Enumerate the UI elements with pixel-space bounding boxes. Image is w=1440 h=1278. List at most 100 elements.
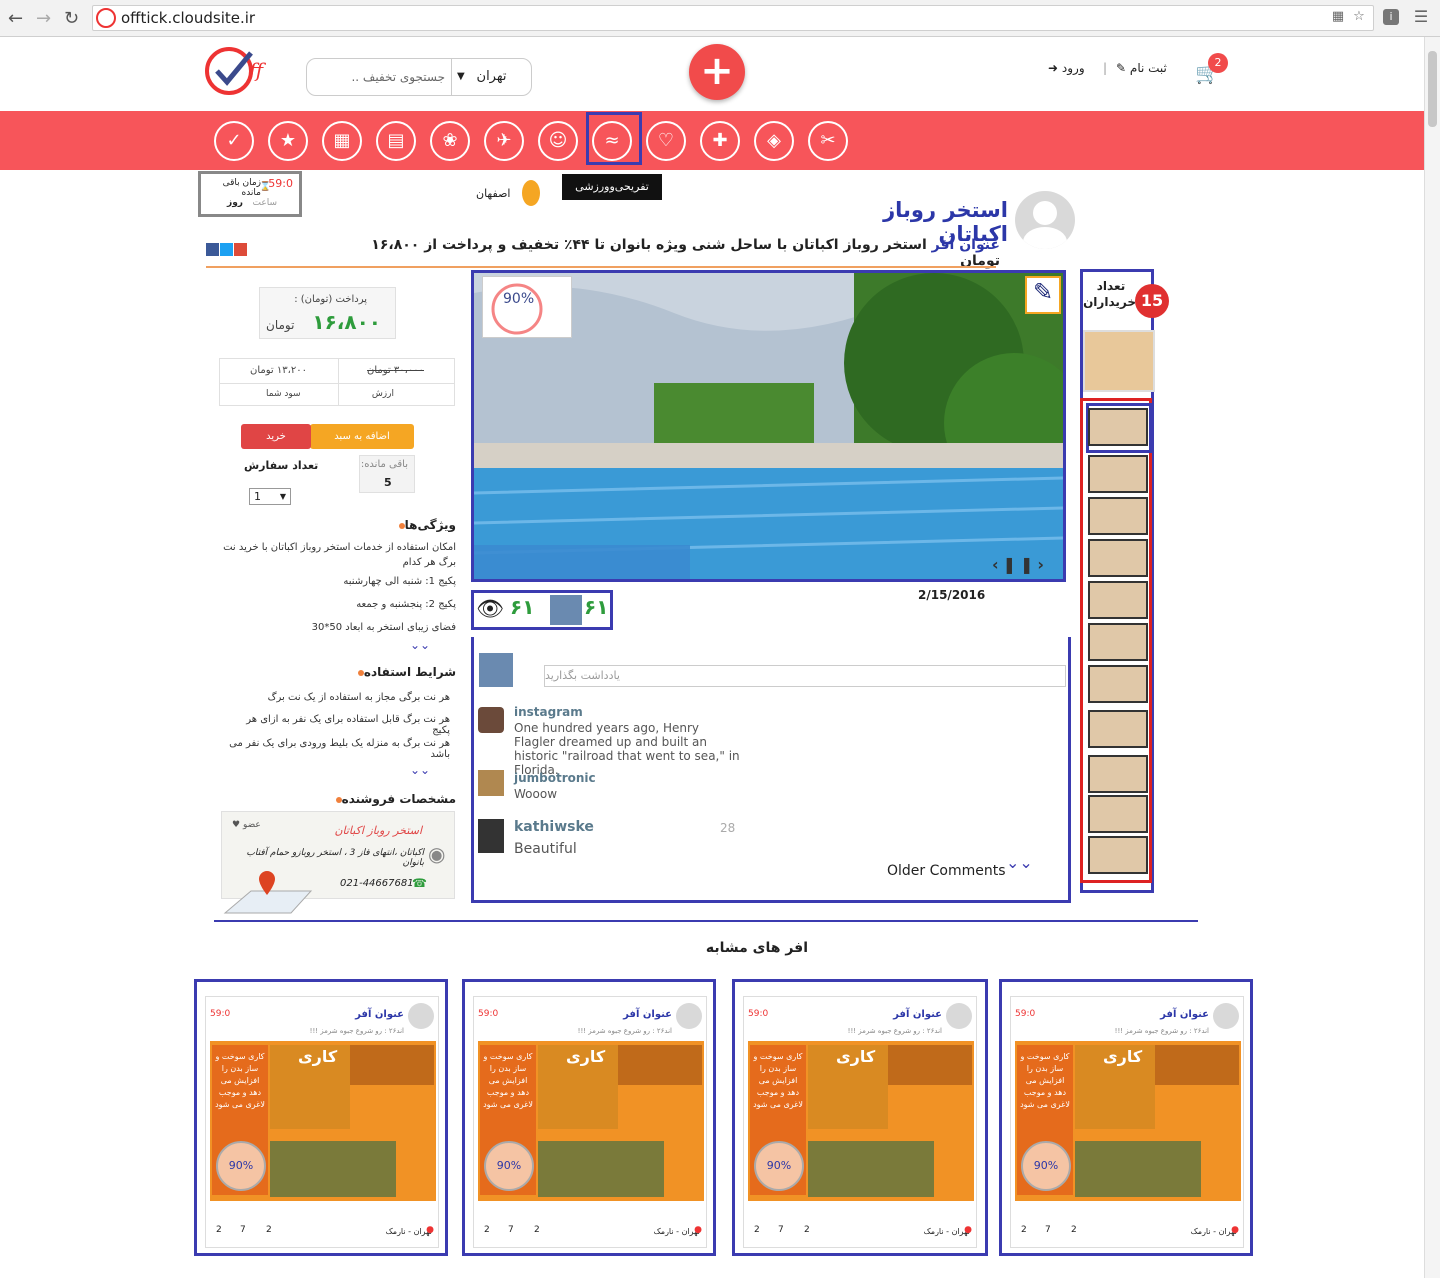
- saving-value: ۱۳،۲۰۰ تومان: [250, 365, 307, 376]
- seller-name[interactable]: استخر روباز اکباتان: [334, 824, 422, 837]
- card-stat: 7: [1045, 1225, 1051, 1235]
- order-count-label: تعداد سفارش: [244, 459, 319, 472]
- edit-icon[interactable]: ✎: [1025, 276, 1061, 314]
- pause-icon[interactable]: ❚❚: [1003, 555, 1038, 574]
- google-plus-icon[interactable]: [234, 243, 247, 256]
- forward-icon[interactable]: →: [36, 8, 51, 29]
- prev-icon[interactable]: ‹: [992, 555, 1003, 574]
- back-icon[interactable]: ←: [8, 8, 23, 29]
- heart-icon[interactable]: ♥ عضو: [232, 820, 261, 830]
- facebook-icon[interactable]: [206, 243, 219, 256]
- category-health-icon[interactable]: ♡: [646, 121, 686, 161]
- buyer-avatar[interactable]: [1088, 497, 1148, 535]
- buyer-avatar[interactable]: [1088, 795, 1148, 833]
- term-item-1: هر نت برگی مجاز به استفاده از یک نت برگ: [267, 692, 450, 703]
- buyer-avatar[interactable]: [1088, 408, 1148, 446]
- twitter-icon[interactable]: [220, 243, 233, 256]
- cart-button[interactable]: 🛒 2: [1195, 53, 1228, 85]
- expand-chevron-icon[interactable]: ⌄⌄: [1006, 853, 1033, 872]
- category-offtick-icon[interactable]: ✓: [214, 121, 254, 161]
- card-stat: 7: [778, 1225, 784, 1235]
- location-pin-icon: ●: [964, 1225, 972, 1235]
- scrollbar[interactable]: [1424, 37, 1440, 1278]
- hourglass-icon: ⌛: [259, 182, 271, 192]
- buy-button[interactable]: خرید: [241, 424, 311, 449]
- reload-icon[interactable]: ↻: [64, 8, 79, 29]
- term-item-3: هر نت برگ به منزله یک بلیط ورودی برای یک…: [229, 738, 450, 760]
- add-to-cart-button[interactable]: اضافه به سبد: [310, 424, 414, 449]
- search-box[interactable]: جستجوی تخفیف .. ▼ تهران: [306, 58, 532, 96]
- card-body: 59:0 عنوان آفر اند۲۶ : رو شروع جبوه شرمز…: [1010, 996, 1244, 1248]
- comment-user[interactable]: instagram: [514, 705, 583, 719]
- login-link[interactable]: ورود ➜: [1048, 61, 1085, 75]
- user-avatar: [478, 819, 504, 853]
- section-divider: [214, 920, 1198, 922]
- map-icon[interactable]: [221, 869, 317, 917]
- feature-item-2: پکیج 1: شنبه الی چهارشنبه: [343, 576, 456, 587]
- register-link[interactable]: ثبت نام ✎: [1116, 61, 1167, 75]
- expand-chevron-icon[interactable]: ⌄⌄: [410, 638, 430, 652]
- similar-offer-card[interactable]: 59:0 عنوان آفر اند۲۶ : رو شروع جبوه شرمز…: [999, 979, 1253, 1256]
- city-select[interactable]: تهران: [451, 59, 531, 95]
- category-building-icon[interactable]: ▦: [322, 121, 362, 161]
- category-beauty-icon[interactable]: ✂: [808, 121, 848, 161]
- subtitle-key: عنوان آفر: [931, 237, 1000, 253]
- scrollbar-thumb[interactable]: [1428, 51, 1437, 127]
- card-timer: 59:0: [210, 1009, 231, 1019]
- buyer-avatar[interactable]: [1088, 836, 1148, 874]
- buyer-avatar[interactable]: [1088, 455, 1148, 493]
- pencil-icon: ✎: [1116, 61, 1127, 75]
- location-pin-icon: ◉: [428, 842, 446, 866]
- deal-image-slider[interactable]: 90% ✎ ‹❚❚›: [471, 270, 1066, 582]
- order-qty-select[interactable]: 1 ▼: [249, 488, 291, 505]
- original-label: ارزش: [371, 389, 394, 399]
- expand-chevron-icon[interactable]: ⌄⌄: [410, 763, 430, 777]
- bookmark-star-icon[interactable]: ☆: [1351, 9, 1367, 25]
- banner-title: کاری: [1103, 1047, 1143, 1066]
- similar-offer-card[interactable]: 59:0 عنوان آفر اند۲۶ : رو شروع جبوه شرمز…: [194, 979, 448, 1256]
- category-car-icon[interactable]: ▤: [376, 121, 416, 161]
- banner-title: کاری: [836, 1047, 876, 1066]
- banner-text: کاری سوخت و ساز بدن را افزایش می دهد و م…: [753, 1052, 803, 1109]
- category-badge[interactable]: تفریحی‌وورزشی: [562, 174, 662, 200]
- category-restaurant-icon[interactable]: ❀: [430, 121, 470, 161]
- older-comments-link[interactable]: Older Comments: [887, 863, 1006, 879]
- slider-controls[interactable]: ‹❚❚›: [992, 555, 1052, 574]
- city-tag[interactable]: اصفهان: [474, 180, 542, 208]
- similar-offer-card[interactable]: 59:0 عنوان آفر اند۲۶ : رو شروع جبوه شرمز…: [732, 979, 988, 1256]
- buyer-avatar-main[interactable]: [1083, 330, 1155, 392]
- terms-heading: شرایط استفاده: [330, 665, 456, 679]
- buyer-avatar[interactable]: [1088, 581, 1148, 619]
- category-theater-icon[interactable]: ☺: [538, 121, 578, 161]
- comment-input[interactable]: یادداشت بگذارید: [544, 665, 1066, 687]
- address-bar[interactable]: offtick.cloudsite.ir: [92, 5, 1374, 31]
- buyer-avatar[interactable]: [1088, 539, 1148, 577]
- seller-address: اکباتان ،انتهای فاز 3 ، استخر روبازو حما…: [246, 848, 424, 868]
- site-logo[interactable]: ff: [203, 45, 275, 97]
- buyer-avatar[interactable]: [1088, 755, 1148, 793]
- menu-icon[interactable]: ☰: [1413, 9, 1429, 25]
- buyer-avatar[interactable]: [1088, 623, 1148, 661]
- card-timer: 59:0: [478, 1009, 499, 1019]
- category-medical-icon[interactable]: ✚: [700, 121, 740, 161]
- category-airplane-icon[interactable]: ✈: [484, 121, 524, 161]
- translate-icon[interactable]: ▦: [1330, 9, 1346, 25]
- add-offer-button[interactable]: +: [689, 44, 745, 100]
- next-icon[interactable]: ›: [1037, 555, 1048, 574]
- comment-user[interactable]: jumbotronic: [514, 771, 596, 785]
- buyer-avatar[interactable]: [1088, 665, 1148, 703]
- card-body: 59:0 عنوان آفر اند۲۶ : رو شروع جبوه شرمز…: [473, 996, 707, 1248]
- comment-user[interactable]: kathiwske: [514, 819, 594, 835]
- search-input[interactable]: جستجوی تخفیف ..: [325, 59, 445, 95]
- card-body: 59:0 عنوان آفر اند۲۶ : رو شروع جبوه شرمز…: [205, 996, 439, 1248]
- comments-section: یادداشت بگذارید instagram One hundred ye…: [471, 637, 1071, 903]
- buyer-avatar[interactable]: [1088, 710, 1148, 748]
- category-star-icon[interactable]: ★: [268, 121, 308, 161]
- stats-box: 👁 ۶۱ ۶۱: [471, 590, 613, 630]
- info-icon[interactable]: i: [1383, 9, 1399, 25]
- phone-icon: ☎: [412, 876, 427, 890]
- comment-icon: [550, 595, 582, 625]
- category-education-icon[interactable]: ◈: [754, 121, 794, 161]
- similar-offer-card[interactable]: 59:0 عنوان آفر اند۲۶ : رو شروع جبوه شرمز…: [462, 979, 716, 1256]
- seller-phone[interactable]: 021-44667681: [340, 878, 414, 889]
